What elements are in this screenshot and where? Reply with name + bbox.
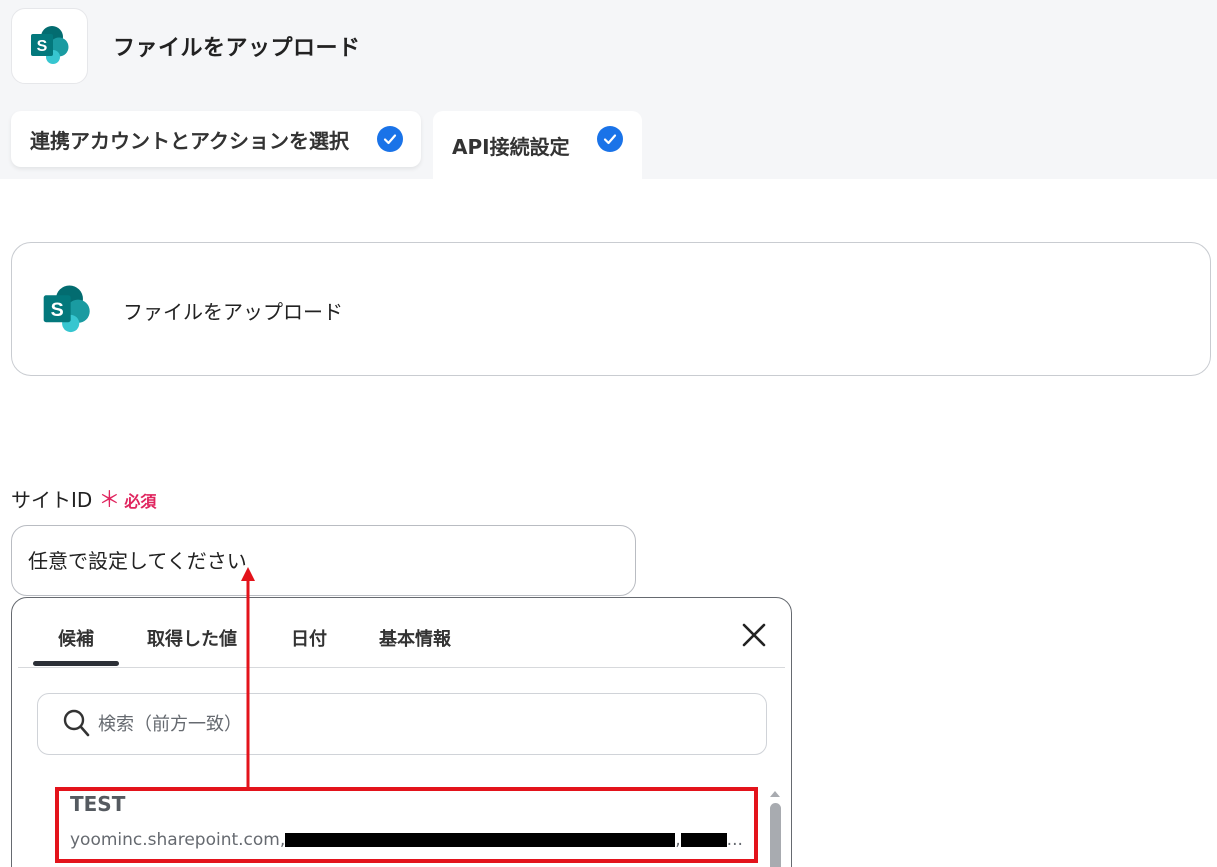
action-icon-wrap: S [40,283,94,341]
header-band: S ファイルをアップロード 連携アカウントとアクションを選択 API接続設定 [0,0,1217,179]
popup-divider [18,667,785,668]
tab-select-account-action[interactable]: 連携アカウントとアクションを選択 [11,111,421,167]
page-title: ファイルをアップロード [113,36,361,61]
close-icon[interactable] [741,622,767,652]
svg-text:S: S [51,299,64,321]
tab-api-settings[interactable]: API接続設定 [433,111,642,179]
redaction-bar [285,833,676,847]
candidate-item[interactable]: TEST yoominc.sharepoint.com,,... [56,792,756,862]
site-id-input[interactable]: 任意で設定してください [11,525,636,596]
required-badge: 必須 [124,492,157,511]
redaction-bar [680,833,727,847]
field-label-text: サイトID [11,488,93,512]
candidate-subtitle: yoominc.sharepoint.com,,... [70,830,743,850]
required-star: ＊ [98,488,121,513]
candidate-title: TEST [70,792,126,816]
action-label: ファイルをアップロード [123,300,343,324]
popup-tab-candidates[interactable]: 候補 [33,625,119,666]
scroll-up-arrow-icon[interactable] [769,785,781,797]
search-input[interactable] [96,706,736,742]
popup-tab-date[interactable]: 日付 [291,625,327,651]
app-icon-box: S [11,8,88,84]
search-icon [63,709,91,743]
sharepoint-icon: S [43,285,90,333]
search-box [37,693,767,755]
tab-label: 連携アカウントとアクションを選択 [30,128,349,153]
tab-label: API接続設定 [452,134,570,159]
action-card: S ファイルをアップロード [11,242,1211,376]
candidate-subtitle-prefix: yoominc.sharepoint.com, [70,830,286,850]
scrollbar-thumb[interactable] [770,803,781,867]
page: S ファイルをアップロード 連携アカウントとアクションを選択 API接続設定 S [0,0,1217,867]
check-circle-icon [377,126,403,152]
check-circle-icon [597,126,623,152]
field-label: サイトID ＊ 必須 [11,482,156,514]
popup-tab-basic-info[interactable]: 基本情報 [379,625,451,651]
sharepoint-icon: S [30,26,68,64]
suggestion-popup: 候補 取得した値 日付 基本情報 TEST yoominc.sharepoint… [11,597,792,867]
svg-text:S: S [36,38,47,55]
candidate-subtitle-suffix: ... [726,830,743,850]
popup-tab-fetched-values[interactable]: 取得した値 [147,625,237,651]
